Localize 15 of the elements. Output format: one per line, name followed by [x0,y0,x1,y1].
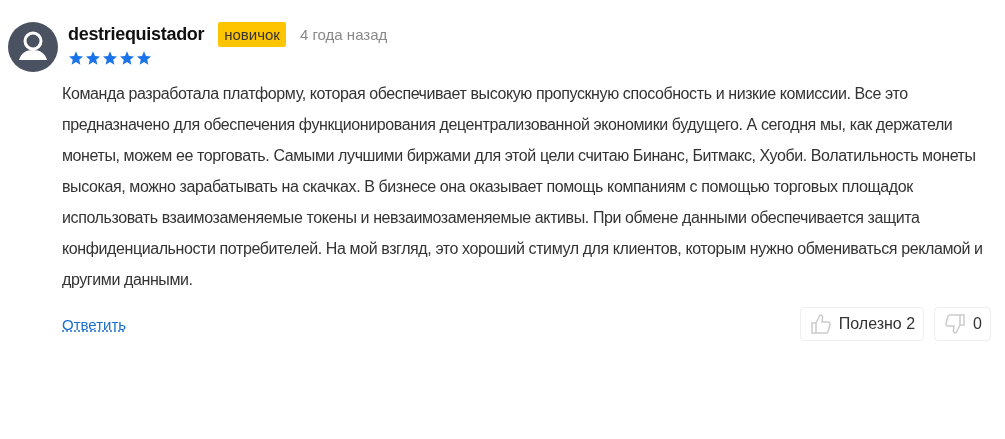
star-icon [102,50,118,66]
reply-link[interactable]: Ответить [62,315,127,333]
avatar-icon [8,22,58,72]
unhelpful-button[interactable]: 0 [934,307,991,341]
review-text: Команда разработала платформу, которая обеспечивает высокую пропускную способность и низкие комиссии. Все это предназначено для обеспечения функционирования децентрализованной экономики будущего. А сегодня мы, как держатели монеты, можем ее торговать. Самыми лучшими биржами для этой цели считаю Бинанс, Битмакс, Хуоби. Волатильность монеты высокая, можно зарабатывать на скачках. В бизнесе она оказывает помощь компаниям с помощью торговых площадок использовать взаимозаменяемые токены и невзаимозаменяемые активы. При обмене данными обеспечивается защита конфиденциальности потребителей. На мой взгляд, это хороший стимул для клиентов, которым нужно обмениваться рекламой и другими данными. [62,84,984,290]
post-time: 4 года назад [299,26,388,43]
star-icon [85,50,101,66]
star-icon [119,50,135,66]
star-icon [68,50,84,66]
helpful-button[interactable]: Полезно 2 [799,307,925,341]
author-name: destriequistador [68,24,205,45]
thumbs-up-icon [808,312,833,336]
star-icon [136,50,152,66]
rank-badge: новичок [218,22,286,47]
thumbs-down-icon [943,312,968,336]
